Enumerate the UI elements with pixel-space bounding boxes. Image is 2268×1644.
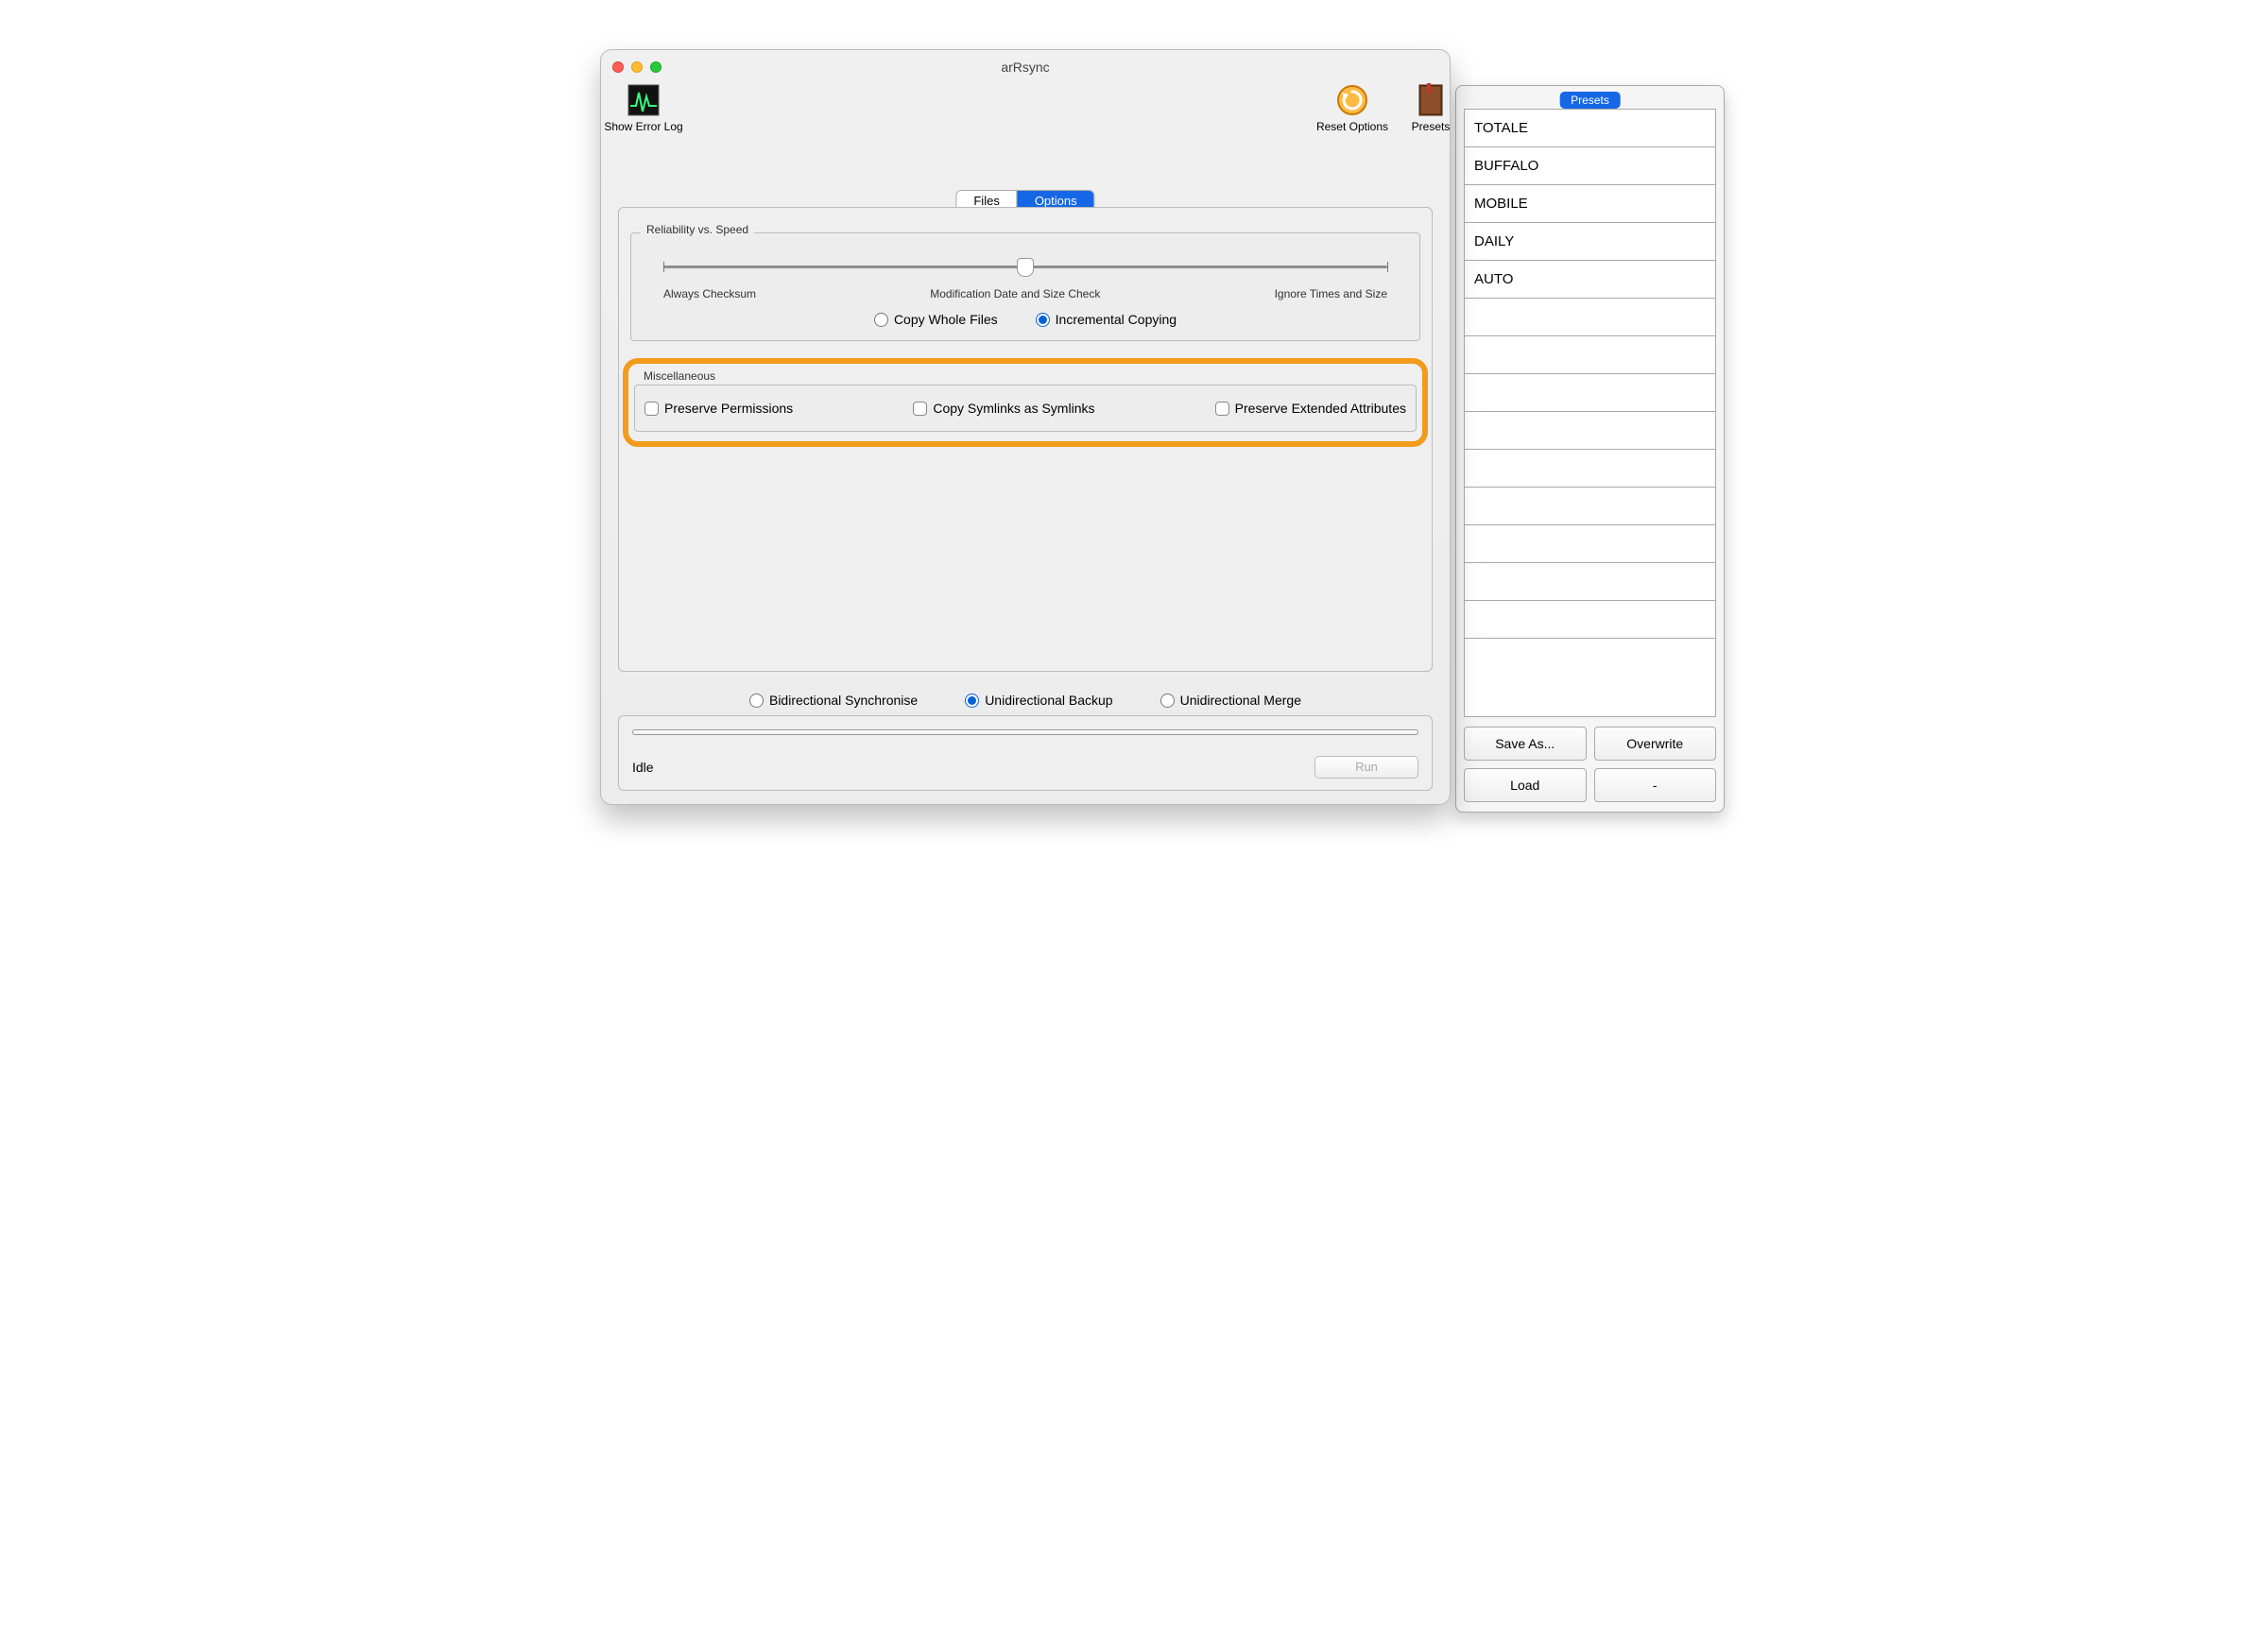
preset-overwrite-button[interactable]: Overwrite — [1594, 727, 1717, 761]
status-text: Idle — [632, 760, 654, 775]
show-error-log-button[interactable]: Show Error Log — [601, 78, 686, 133]
run-button[interactable]: Run — [1314, 756, 1418, 779]
preserve-permissions-checkbox[interactable]: Preserve Permissions — [644, 401, 793, 416]
copy-whole-files-radio[interactable]: Copy Whole Files — [874, 312, 998, 327]
preset-item-empty[interactable] — [1465, 525, 1715, 563]
preset-load-button[interactable]: Load — [1464, 768, 1587, 802]
miscellaneous-group-title: Miscellaneous — [634, 368, 1417, 385]
preserve-xattrs-checkbox[interactable]: Preserve Extended Attributes — [1215, 401, 1406, 416]
main-window: arRsync Show Error Log Reset Options Pre… — [600, 49, 1451, 805]
presets-panel-title: Presets — [1559, 92, 1621, 109]
options-pane: Reliability vs. Speed Always Checksum Mo… — [618, 207, 1433, 672]
preset-item-empty[interactable] — [1465, 374, 1715, 412]
incremental-copying-radio[interactable]: Incremental Copying — [1036, 312, 1177, 327]
preset-item-empty[interactable] — [1465, 412, 1715, 450]
preset-item[interactable]: BUFFALO — [1465, 147, 1715, 185]
preset-item[interactable]: MOBILE — [1465, 185, 1715, 223]
toolbar-item-label: Show Error Log — [601, 120, 686, 133]
preset-save-as-button[interactable]: Save As... — [1464, 727, 1587, 761]
preset-item-empty[interactable] — [1465, 336, 1715, 374]
window-title: arRsync — [601, 60, 1450, 75]
slider-label-mid: Modification Date and Size Check — [930, 287, 1100, 300]
reset-icon — [1334, 82, 1370, 118]
slider-label-left: Always Checksum — [663, 287, 756, 300]
preset-item-empty[interactable] — [1465, 450, 1715, 488]
preset-item-empty[interactable] — [1465, 488, 1715, 525]
slider-thumb[interactable] — [1017, 258, 1034, 277]
miscellaneous-highlight: Miscellaneous Preserve Permissions Copy … — [623, 358, 1428, 447]
waveform-icon — [626, 82, 662, 118]
presets-toolbar-button[interactable]: Presets — [1402, 78, 1459, 133]
preset-item-empty[interactable] — [1465, 299, 1715, 336]
presets-list: TOTALE BUFFALO MOBILE DAILY AUTO — [1464, 109, 1716, 717]
reliability-group-title: Reliability vs. Speed — [641, 223, 754, 236]
copy-symlinks-checkbox[interactable]: Copy Symlinks as Symlinks — [913, 401, 1094, 416]
unidirectional-merge-radio[interactable]: Unidirectional Merge — [1160, 693, 1301, 708]
presets-icon — [1413, 82, 1449, 118]
status-frame: Idle Run — [618, 715, 1433, 791]
preset-item-empty[interactable] — [1465, 639, 1715, 676]
toolbar: Show Error Log Reset Options Presets — [601, 78, 1450, 173]
toolbar-item-label: Reset Options — [1310, 120, 1395, 133]
bidirectional-sync-radio[interactable]: Bidirectional Synchronise — [749, 693, 918, 708]
progress-bar — [632, 729, 1418, 735]
preset-item[interactable]: DAILY — [1465, 223, 1715, 261]
slider-label-right: Ignore Times and Size — [1275, 287, 1387, 300]
sync-mode-row: Bidirectional Synchronise Unidirectional… — [618, 693, 1433, 708]
preset-item[interactable]: AUTO — [1465, 261, 1715, 299]
preset-item-empty[interactable] — [1465, 601, 1715, 639]
reliability-slider[interactable] — [663, 265, 1387, 268]
preset-item-empty[interactable] — [1465, 563, 1715, 601]
unidirectional-backup-radio[interactable]: Unidirectional Backup — [965, 693, 1112, 708]
toolbar-item-label: Presets — [1402, 120, 1459, 133]
preset-item[interactable]: TOTALE — [1465, 110, 1715, 147]
presets-panel: Presets TOTALE BUFFALO MOBILE DAILY AUTO… — [1455, 85, 1725, 813]
reset-options-button[interactable]: Reset Options — [1310, 78, 1395, 133]
preset-remove-button[interactable]: - — [1594, 768, 1717, 802]
